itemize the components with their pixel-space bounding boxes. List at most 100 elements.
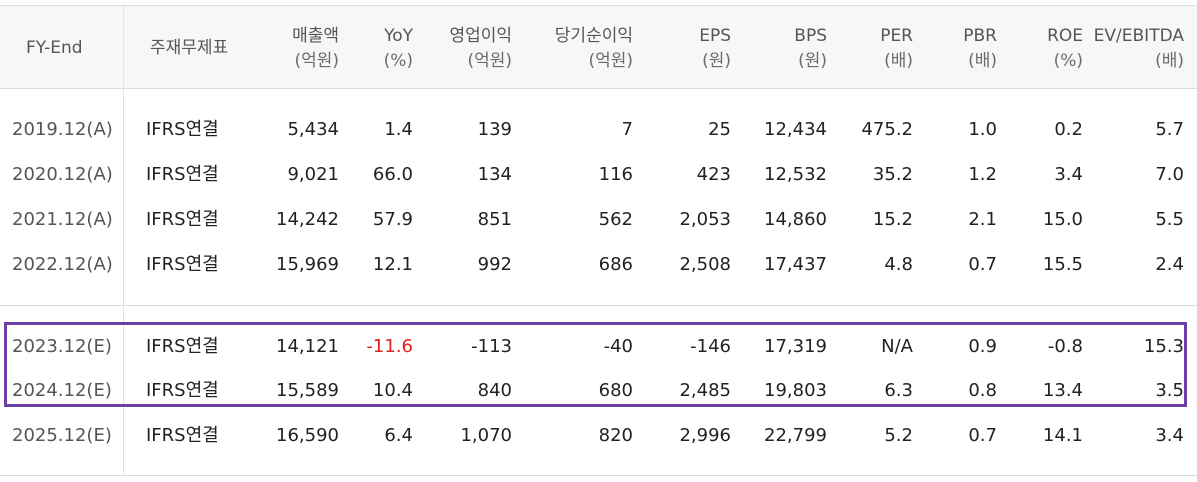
cell-net-income: 562 bbox=[598, 209, 633, 230]
cell-yoy: 1.4 bbox=[384, 119, 413, 140]
cell-eps: 2,996 bbox=[679, 425, 731, 446]
cell-pbr: 0.7 bbox=[968, 254, 997, 275]
cell-roe: 3.4 bbox=[1054, 164, 1083, 185]
header-operating-profit-unit: (억원) bbox=[467, 51, 512, 71]
cell-eps: 25 bbox=[708, 119, 731, 140]
table-header: FY-End 주재무제표 매출액 (억원) YoY (%) 영업이익 (억원) … bbox=[0, 6, 1197, 88]
cell-yoy: 66.0 bbox=[372, 164, 413, 185]
cell-pbr: 2.1 bbox=[968, 209, 997, 230]
header-eps-unit: (원) bbox=[702, 51, 731, 71]
cell-pbr: 0.7 bbox=[968, 425, 997, 446]
cell-bps: 12,434 bbox=[764, 119, 827, 140]
cell-ev-ebitda: 2.4 bbox=[1155, 254, 1184, 275]
cell-per: 4.8 bbox=[884, 254, 913, 275]
cell-roe: 15.0 bbox=[1042, 209, 1083, 230]
cell-eps: 2,053 bbox=[679, 209, 731, 230]
cell-operating-profit: 851 bbox=[477, 209, 512, 230]
cell-fy: 2025.12(E) bbox=[12, 425, 112, 446]
header-statement: 주재무제표 bbox=[150, 38, 229, 58]
header-yoy: YoY (%) bbox=[384, 24, 413, 74]
header-pbr-label: PBR bbox=[963, 26, 997, 46]
cell-per: 15.2 bbox=[872, 209, 913, 230]
cell-revenue: 5,434 bbox=[287, 119, 339, 140]
header-yoy-label: YoY bbox=[384, 26, 413, 46]
header-bps-label: BPS bbox=[794, 26, 827, 46]
cell-fy: 2022.12(A) bbox=[12, 254, 113, 275]
header-net-income: 당기순이익 (억원) bbox=[555, 24, 633, 74]
cell-operating-profit: 139 bbox=[477, 119, 512, 140]
table-row: 2021.12(A) IFRS연결 14,242 57.9 851 562 2,… bbox=[0, 198, 1197, 242]
header-fy-end: FY-End bbox=[26, 38, 83, 58]
header-roe-unit: (%) bbox=[1053, 51, 1083, 71]
cell-fy: 2020.12(A) bbox=[12, 164, 113, 185]
header-bottom-border bbox=[0, 88, 1197, 89]
header-operating-profit-label: 영업이익 bbox=[449, 26, 512, 46]
cell-fy: 2021.12(A) bbox=[12, 209, 113, 230]
header-pbr: PBR (배) bbox=[963, 24, 997, 74]
cell-bps: 22,799 bbox=[764, 425, 827, 446]
cell-eps: 2,508 bbox=[679, 254, 731, 275]
table-row: 2019.12(A) IFRS연결 5,434 1.4 139 7 25 12,… bbox=[0, 108, 1197, 152]
table-top-border bbox=[0, 5, 1197, 6]
cell-yoy: 12.1 bbox=[372, 254, 413, 275]
cell-roe: 15.5 bbox=[1042, 254, 1083, 275]
header-roe: ROE (%) bbox=[1047, 24, 1083, 74]
cell-revenue: 9,021 bbox=[287, 164, 339, 185]
header-eps-label: EPS bbox=[699, 26, 731, 46]
cell-ev-ebitda: 5.7 bbox=[1155, 119, 1184, 140]
cell-operating-profit: 134 bbox=[477, 164, 512, 185]
financial-summary-table: FY-End 주재무제표 매출액 (억원) YoY (%) 영업이익 (억원) … bbox=[0, 0, 1197, 482]
cell-operating-profit: 992 bbox=[477, 254, 512, 275]
header-ev-ebitda: EV/EBITDA (배) bbox=[1094, 24, 1184, 74]
cell-roe: 0.2 bbox=[1054, 119, 1083, 140]
header-per-label: PER bbox=[880, 26, 913, 46]
header-net-income-label: 당기순이익 bbox=[554, 26, 633, 46]
cell-bps: 12,532 bbox=[764, 164, 827, 185]
table-row: 2022.12(A) IFRS연결 15,969 12.1 992 686 2,… bbox=[0, 243, 1197, 287]
header-net-income-unit: (억원) bbox=[588, 51, 633, 71]
header-revenue: 매출액 (억원) bbox=[292, 24, 339, 74]
header-revenue-label: 매출액 bbox=[292, 26, 339, 46]
cell-revenue: 14,242 bbox=[276, 209, 339, 230]
cell-statement: IFRS연결 bbox=[146, 254, 219, 275]
cell-pbr: 1.0 bbox=[968, 119, 997, 140]
cell-yoy: 6.4 bbox=[384, 425, 413, 446]
header-operating-profit: 영업이익 (억원) bbox=[449, 24, 512, 74]
cell-bps: 14,860 bbox=[764, 209, 827, 230]
cell-eps: 423 bbox=[696, 164, 731, 185]
header-bps: BPS (원) bbox=[794, 24, 827, 74]
cell-statement: IFRS연결 bbox=[146, 425, 219, 446]
cell-statement: IFRS연결 bbox=[146, 209, 219, 230]
table-bottom-border bbox=[0, 475, 1197, 476]
estimate-highlight-box bbox=[4, 322, 1187, 407]
header-yoy-unit: (%) bbox=[383, 51, 413, 71]
cell-operating-profit: 1,070 bbox=[460, 425, 512, 446]
header-roe-label: ROE bbox=[1047, 26, 1083, 46]
section-divider bbox=[0, 305, 1197, 306]
cell-statement: IFRS연결 bbox=[146, 164, 219, 185]
cell-ev-ebitda: 7.0 bbox=[1155, 164, 1184, 185]
table-row: 2020.12(A) IFRS연결 9,021 66.0 134 116 423… bbox=[0, 153, 1197, 197]
cell-net-income: 686 bbox=[598, 254, 633, 275]
cell-net-income: 116 bbox=[598, 164, 633, 185]
cell-net-income: 820 bbox=[598, 425, 633, 446]
cell-ev-ebitda: 3.4 bbox=[1155, 425, 1184, 446]
cell-bps: 17,437 bbox=[764, 254, 827, 275]
cell-pbr: 1.2 bbox=[968, 164, 997, 185]
cell-fy: 2019.12(A) bbox=[12, 119, 113, 140]
header-revenue-unit: (억원) bbox=[294, 51, 339, 71]
cell-net-income: 7 bbox=[621, 119, 633, 140]
cell-roe: 14.1 bbox=[1042, 425, 1083, 446]
cell-revenue: 16,590 bbox=[276, 425, 339, 446]
header-bps-unit: (원) bbox=[798, 51, 827, 71]
header-ev-ebitda-label: EV/EBITDA bbox=[1093, 26, 1184, 46]
header-ev-ebitda-unit: (배) bbox=[1155, 51, 1184, 71]
cell-revenue: 15,969 bbox=[276, 254, 339, 275]
header-per-unit: (배) bbox=[884, 51, 913, 71]
header-eps: EPS (원) bbox=[699, 24, 731, 74]
cell-per: 5.2 bbox=[884, 425, 913, 446]
cell-per: 35.2 bbox=[872, 164, 913, 185]
cell-ev-ebitda: 5.5 bbox=[1155, 209, 1184, 230]
header-per: PER (배) bbox=[880, 24, 913, 74]
table-row: 2025.12(E) IFRS연결 16,590 6.4 1,070 820 2… bbox=[0, 414, 1197, 458]
